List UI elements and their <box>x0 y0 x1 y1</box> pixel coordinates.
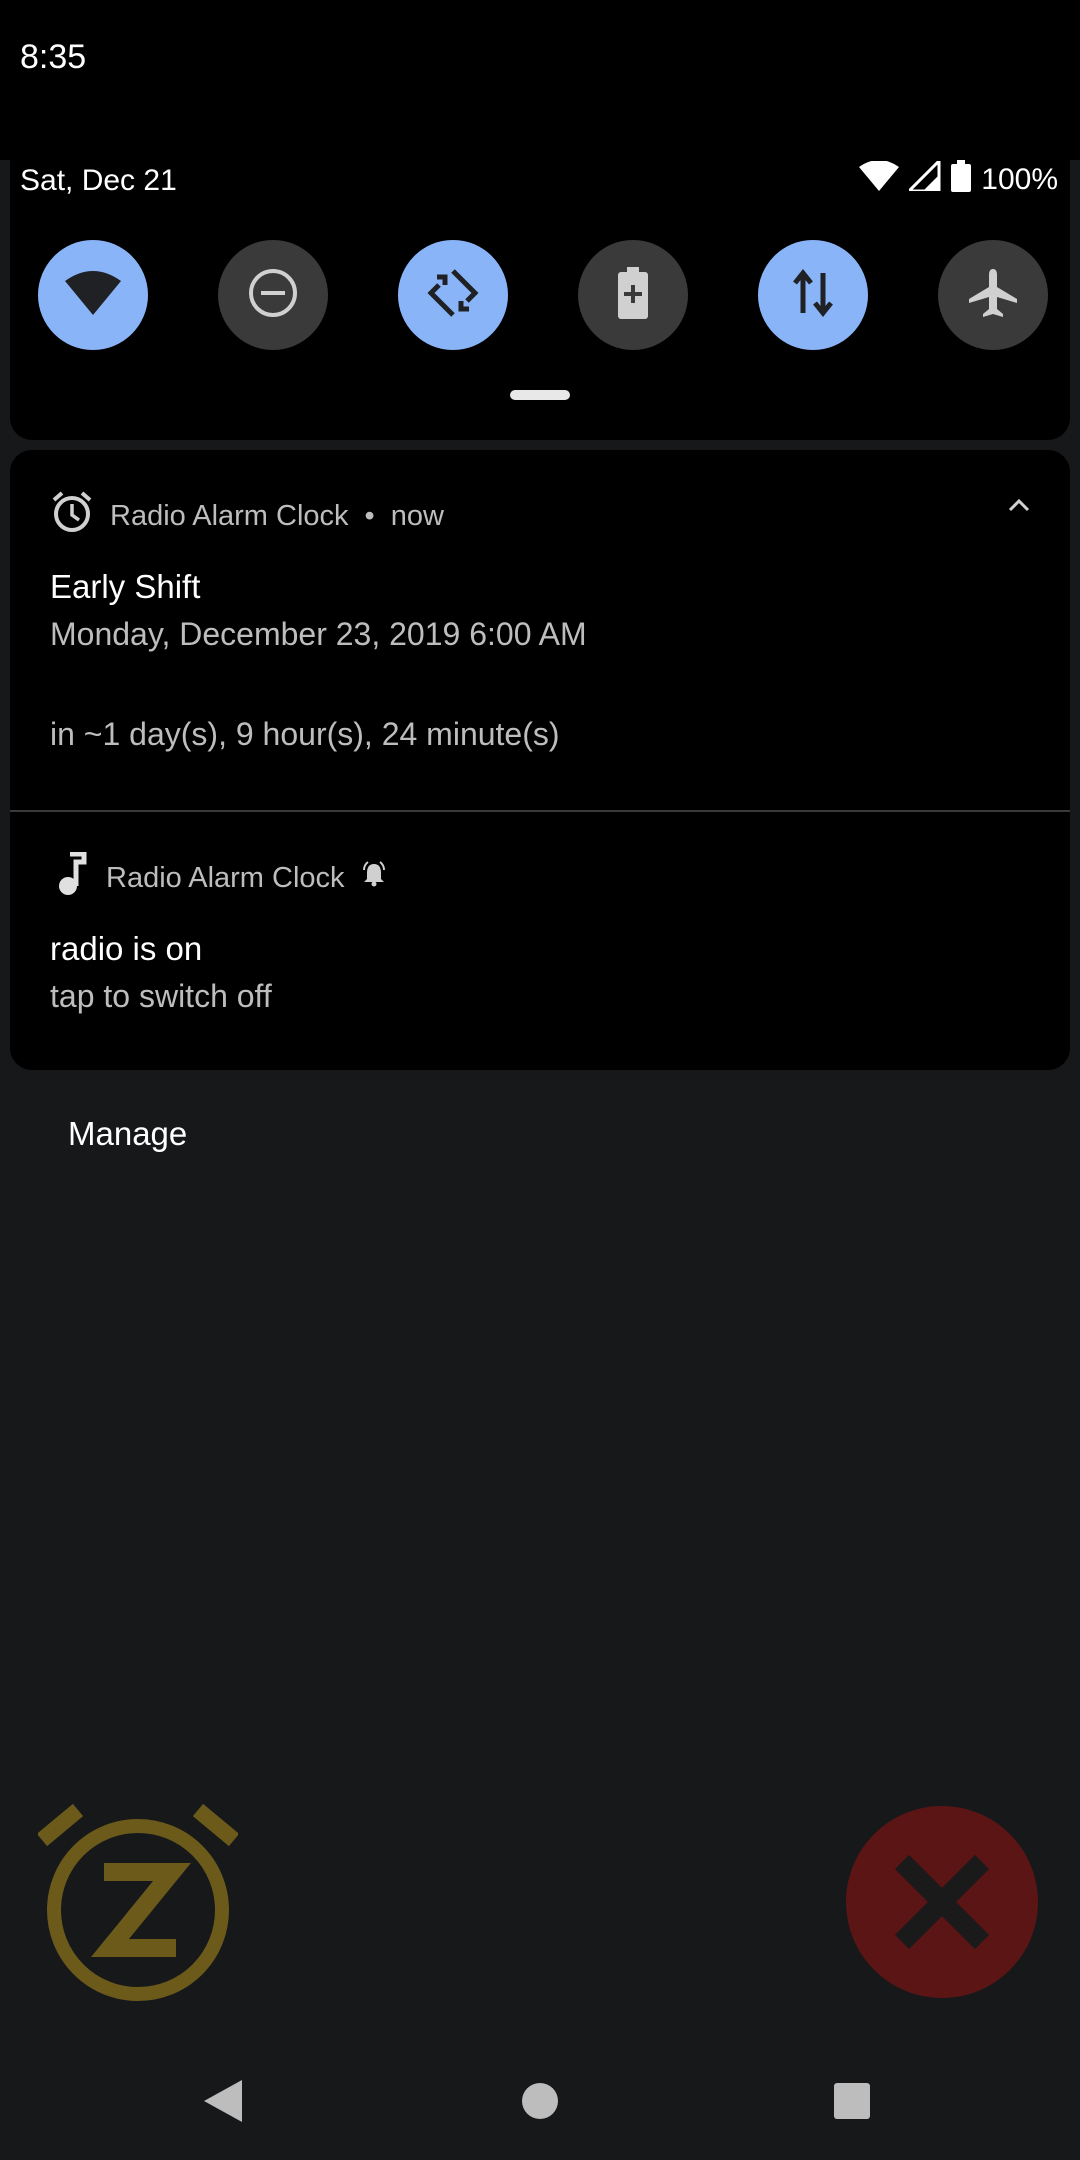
tile-wifi[interactable] <box>38 240 148 350</box>
notifications-card: Radio Alarm Clock • now Early Shift Mond… <box>10 450 1070 1070</box>
quick-settings-panel: Sat, Dec 21 100% <box>10 157 1070 440</box>
notification-countdown: in ~1 day(s), 9 hour(s), 24 minute(s) <box>50 716 560 752</box>
battery-percent: 100% <box>981 163 1058 196</box>
status-bar: 8:35 <box>0 0 1080 160</box>
snooze-alarm-icon <box>36 1803 240 2014</box>
battery-icon <box>951 160 972 200</box>
back-button[interactable] <box>204 2080 244 2127</box>
music-note-icon <box>50 851 90 904</box>
notification-shade: 8:35 Sat, Dec 21 100% Radio Alarm Clock … <box>0 0 1080 2160</box>
expand-handle[interactable] <box>510 390 570 400</box>
manage-button[interactable]: Manage <box>68 1115 187 1153</box>
qs-status-icons: 100% <box>859 157 1058 200</box>
chevron-up-icon[interactable] <box>1008 498 1030 517</box>
notification-title: radio is on <box>50 930 203 967</box>
home-button[interactable] <box>520 2080 560 2127</box>
close-icon <box>846 1806 1038 2002</box>
tile-battery-saver[interactable] <box>578 240 688 350</box>
airplane-mode-icon <box>967 267 1019 324</box>
wifi-status-icon <box>859 160 900 199</box>
tile-mobile-data[interactable] <box>758 240 868 350</box>
notification-header: Radio Alarm Clock <box>50 851 387 904</box>
battery-saver-icon <box>618 266 648 324</box>
notification-radio[interactable]: Radio Alarm Clock radio is on tap to swi… <box>10 812 1070 1070</box>
tile-auto-rotate[interactable] <box>398 240 508 350</box>
signal-icon <box>905 157 941 199</box>
notification-alarm[interactable]: Radio Alarm Clock • now Early Shift Mond… <box>10 450 1070 810</box>
alarm-clock-icon <box>50 490 94 542</box>
mobile-data-icon <box>791 268 835 322</box>
notification-app-name: Radio Alarm Clock <box>106 861 345 894</box>
dismiss-button[interactable] <box>846 1806 1038 1998</box>
wifi-icon <box>65 270 121 320</box>
notification-header: Radio Alarm Clock • now <box>50 490 444 542</box>
tile-airplane-mode[interactable] <box>938 240 1048 350</box>
notification-time: now <box>390 499 444 532</box>
qs-date: Sat, Dec 21 <box>20 164 177 197</box>
notification-title: Early Shift <box>50 568 201 605</box>
do-not-disturb-icon <box>247 267 299 324</box>
snooze-button[interactable] <box>36 1800 240 2010</box>
notification-datetime: Monday, December 23, 2019 6:00 AM <box>50 616 587 652</box>
status-time: 8:35 <box>20 38 87 76</box>
recents-button[interactable] <box>832 2080 872 2127</box>
alerting-bell-icon <box>361 861 387 895</box>
quick-settings-tiles <box>38 240 1048 350</box>
notification-app-name: Radio Alarm Clock <box>110 499 349 532</box>
navigation-bar <box>0 2040 1080 2160</box>
auto-rotate-icon <box>427 267 479 324</box>
notification-text: tap to switch off <box>50 978 272 1014</box>
tile-do-not-disturb[interactable] <box>218 240 328 350</box>
separator-dot: • <box>364 499 375 532</box>
